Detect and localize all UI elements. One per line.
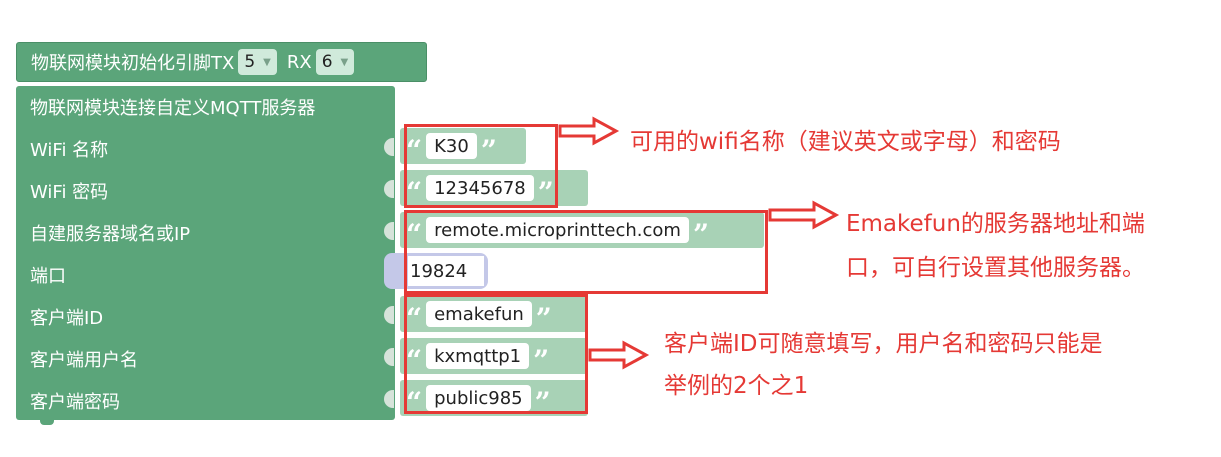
- block-connector-notch: [40, 418, 54, 425]
- rx-pin-value: 6: [321, 52, 333, 72]
- rx-pin-dropdown[interactable]: 6 ▼: [315, 49, 355, 75]
- client-id-label: 客户端ID: [30, 308, 104, 329]
- arrow-right-icon: [768, 200, 840, 230]
- iot-init-label: 物联网模块初始化引脚TX: [31, 53, 235, 74]
- port-value[interactable]: 19824: [410, 261, 467, 282]
- client-highlight-box: [404, 294, 588, 414]
- client-password-label: 客户端密码: [30, 392, 120, 413]
- wifi-password-label: WiFi 密码: [30, 182, 109, 203]
- wifi-annotation: 可用的wifi名称（建议英文或字母）和密码: [630, 129, 1061, 155]
- mqtt-connect-title: 物联网模块连接自定义MQTT服务器: [30, 98, 316, 119]
- server-annotation-line1: Emakefun的服务器地址和端: [846, 211, 1145, 237]
- chevron-down-icon: ▼: [263, 56, 271, 68]
- iot-init-block[interactable]: 物联网模块初始化引脚TX 5 ▼ RX 6 ▼: [16, 42, 427, 82]
- arrow-right-icon: [588, 340, 650, 370]
- port-label: 端口: [30, 266, 66, 287]
- server-annotation-line2: 口，可自行设置其他服务器。: [846, 255, 1145, 281]
- tx-pin-dropdown[interactable]: 5 ▼: [238, 49, 277, 75]
- blockly-workspace: 物联网模块初始化引脚TX 5 ▼ RX 6 ▼ 物联网模块连接自定义MQTT服务…: [0, 0, 1221, 457]
- server-address-label: 自建服务器域名或IP: [30, 224, 191, 245]
- arrow-right-icon: [558, 116, 620, 146]
- client-annotation-line2: 举例的2个之1: [664, 373, 809, 399]
- wifi-name-label: WiFi 名称: [30, 140, 109, 161]
- client-username-label: 客户端用户名: [30, 350, 138, 371]
- tx-pin-value: 5: [244, 52, 256, 72]
- rx-label: RX: [286, 51, 312, 73]
- client-annotation-line1: 客户端ID可随意填写，用户名和密码只能是: [664, 331, 1103, 357]
- wifi-highlight-box: [404, 124, 558, 208]
- chevron-down-icon: ▼: [340, 56, 349, 68]
